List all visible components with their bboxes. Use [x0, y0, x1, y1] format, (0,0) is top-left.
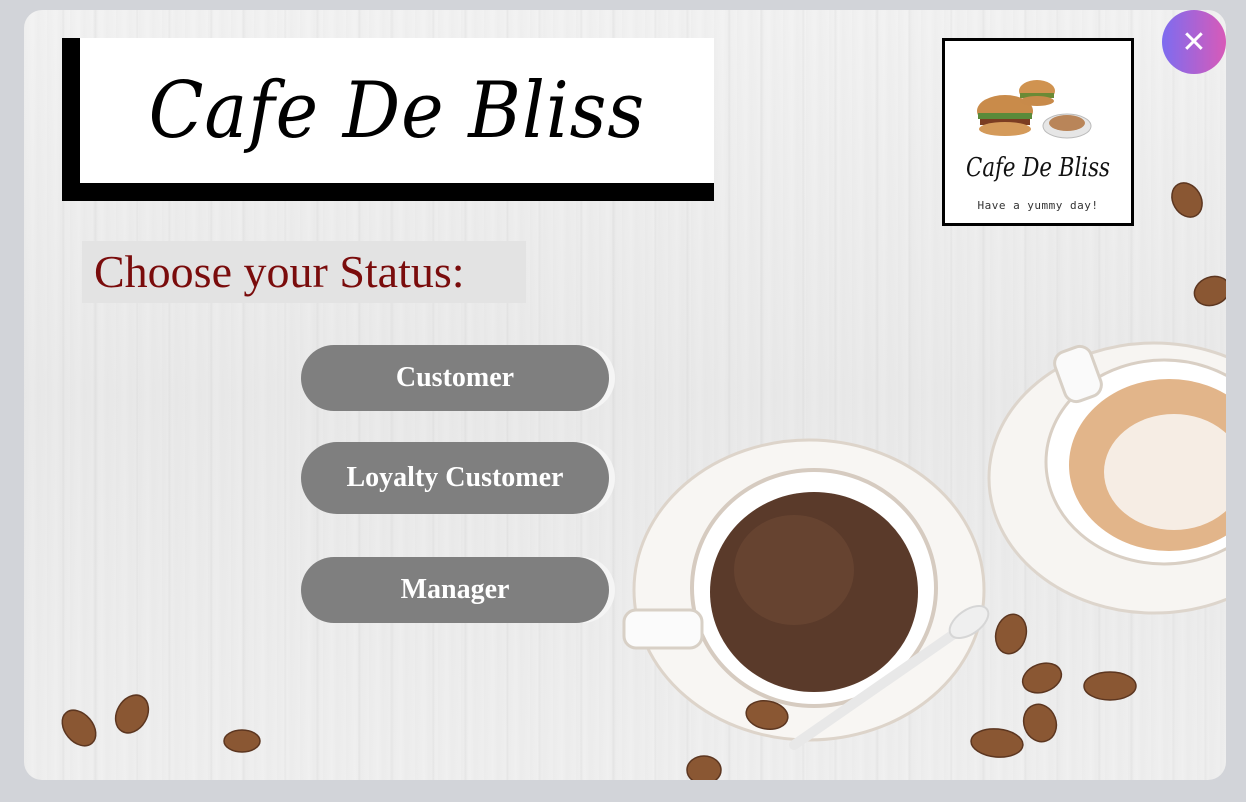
close-button[interactable]: ✕ — [1162, 10, 1226, 74]
main-panel: Cafe De Bliss Choose your Status: Custom… — [24, 10, 1226, 780]
coffee-cup-illustration — [622, 438, 990, 750]
title-banner: Cafe De Bliss — [62, 38, 714, 201]
cappuccino-illustration — [987, 341, 1226, 615]
page-title: Cafe De Bliss — [148, 65, 646, 156]
close-icon: ✕ — [1181, 24, 1207, 60]
customer-button[interactable]: Customer — [301, 345, 609, 411]
manager-button[interactable]: Manager — [301, 557, 609, 623]
status-prompt: Choose your Status: — [82, 241, 526, 303]
logo-tagline: Have a yummy day! — [977, 199, 1099, 212]
loyalty-customer-button[interactable]: Loyalty Customer — [301, 442, 609, 514]
app-window: Cafe De Bliss Choose your Status: Custom… — [0, 0, 1246, 802]
burger-icon — [977, 80, 1092, 139]
title-banner-inner: Cafe De Bliss — [80, 38, 714, 183]
logo-name: Cafe De Bliss — [966, 153, 1110, 183]
logo: Cafe De Bliss Have a yummy day! — [942, 38, 1134, 226]
